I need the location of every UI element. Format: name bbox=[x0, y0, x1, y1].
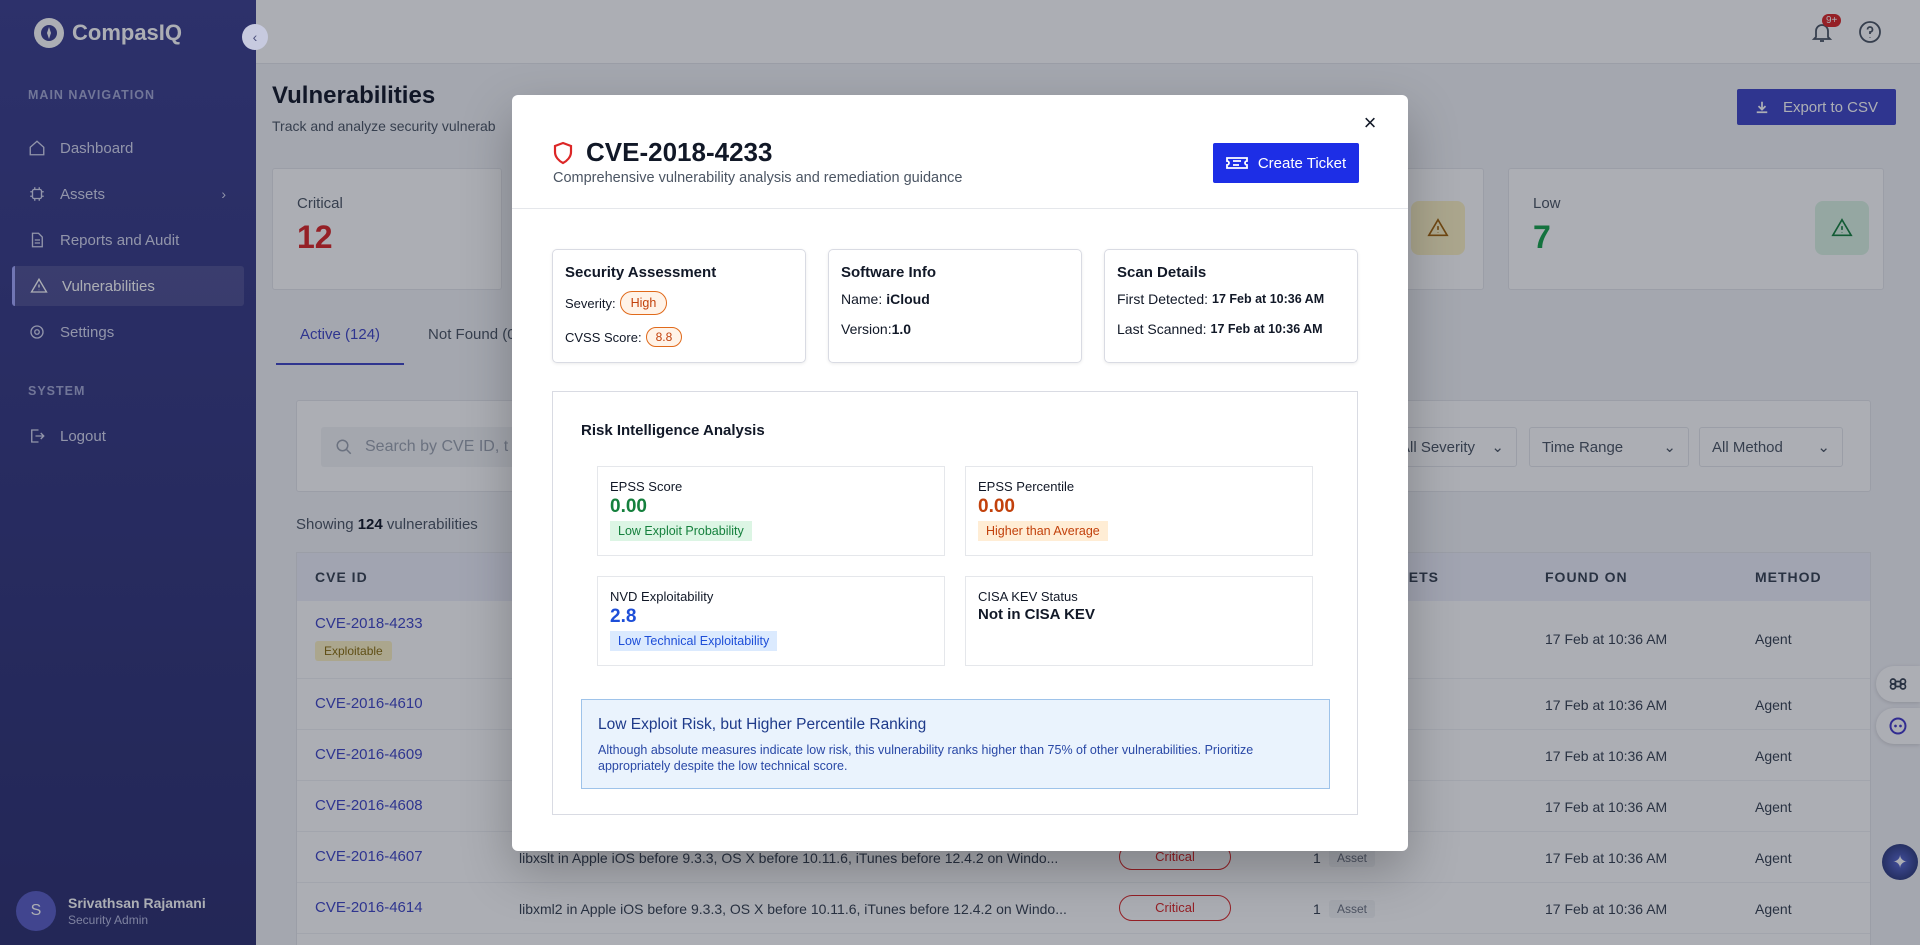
cvss-label: CVSS Score: bbox=[565, 329, 642, 345]
card-heading: Scan Details bbox=[1117, 264, 1207, 281]
security-assessment-card: Security Assessment Severity: High CVSS … bbox=[552, 249, 806, 363]
advice-text: Although absolute measures indicate low … bbox=[598, 743, 1254, 773]
cve-title: CVE-2018-4233 bbox=[586, 137, 773, 167]
metric-label: EPSS Percentile bbox=[978, 479, 1075, 494]
last-scanned-value: 17 Feb at 10:36 AM bbox=[1210, 322, 1323, 336]
nvd-exploitability-card: NVD Exploitability 2.8 Low Technical Exp… bbox=[597, 576, 945, 666]
metric-value: 0.00 bbox=[978, 496, 1015, 517]
advice-title: Low Exploit Risk, but Higher Percentile … bbox=[598, 716, 927, 733]
create-ticket-button[interactable]: Create Ticket bbox=[1213, 143, 1359, 183]
metric-label: NVD Exploitability bbox=[610, 589, 714, 604]
version-line: Version: 1.0 bbox=[841, 321, 1069, 337]
risk-title: Risk Intelligence Analysis bbox=[581, 422, 765, 439]
cve-detail-modal: CVE-2018-4233 Comprehensive vulnerabilit… bbox=[512, 95, 1408, 851]
last-scanned-label: Last Scanned: bbox=[1117, 321, 1207, 337]
severity-label: Severity: bbox=[565, 295, 616, 311]
severity-badge: High bbox=[619, 291, 668, 315]
chevron-left-icon: ‹ bbox=[252, 29, 258, 45]
first-detected-line: First Detected: 17 Feb at 10:36 AM bbox=[1117, 291, 1345, 307]
version-label: Version: bbox=[841, 321, 892, 337]
severity-line: Severity: High bbox=[565, 291, 793, 315]
first-detected-label: First Detected: bbox=[1117, 291, 1209, 307]
cisa-kev-card: CISA KEV Status Not in CISA KEV bbox=[965, 576, 1313, 666]
last-scanned-line: Last Scanned: 17 Feb at 10:36 AM bbox=[1117, 321, 1345, 337]
version-value: 1.0 bbox=[891, 321, 912, 337]
epss-score-card: EPSS Score 0.00 Low Exploit Probability bbox=[597, 466, 945, 556]
collapse-sidebar-button[interactable]: ‹ bbox=[242, 24, 268, 50]
card-heading: Software Info bbox=[841, 264, 937, 281]
metric-label: EPSS Score bbox=[610, 479, 683, 494]
metric-tag: Low Technical Exploitability bbox=[610, 631, 778, 651]
shield-icon bbox=[553, 141, 573, 164]
first-detected-value: 17 Feb at 10:36 AM bbox=[1212, 292, 1325, 306]
epss-percentile-card: EPSS Percentile 0.00 Higher than Average bbox=[965, 466, 1313, 556]
software-name: iCloud bbox=[886, 291, 930, 307]
modal-title: CVE-2018-4233 bbox=[552, 137, 772, 168]
metric-tag: Low Exploit Probability bbox=[610, 521, 752, 541]
software-info-card: Software Info Name: iCloud Version: 1.0 bbox=[828, 249, 1082, 363]
create-ticket-label: Create Ticket bbox=[1257, 154, 1347, 172]
name-label: Name: bbox=[841, 291, 883, 307]
card-heading: Security Assessment bbox=[565, 264, 717, 281]
metric-tag: Higher than Average bbox=[978, 521, 1108, 541]
risk-intelligence-panel: Risk Intelligence Analysis EPSS Score 0.… bbox=[552, 391, 1358, 815]
cvss-badge: 8.8 bbox=[645, 327, 683, 347]
metric-value: 0.00 bbox=[610, 496, 647, 517]
risk-advice-box: Low Exploit Risk, but Higher Percentile … bbox=[581, 699, 1330, 789]
cisa-status: Not in CISA KEV bbox=[978, 606, 1095, 623]
scan-details-card: Scan Details First Detected: 17 Feb at 1… bbox=[1104, 249, 1358, 363]
ticket-icon bbox=[1225, 157, 1248, 169]
close-icon[interactable]: × bbox=[1358, 111, 1382, 135]
metric-value: 2.8 bbox=[610, 606, 637, 627]
metric-label: CISA KEV Status bbox=[978, 589, 1078, 604]
modal-subtitle: Comprehensive vulnerability analysis and… bbox=[553, 170, 963, 186]
cvss-line: CVSS Score: 8.8 bbox=[565, 327, 793, 347]
software-name-line: Name: iCloud bbox=[841, 291, 1069, 307]
modal-header: CVE-2018-4233 Comprehensive vulnerabilit… bbox=[512, 95, 1408, 209]
